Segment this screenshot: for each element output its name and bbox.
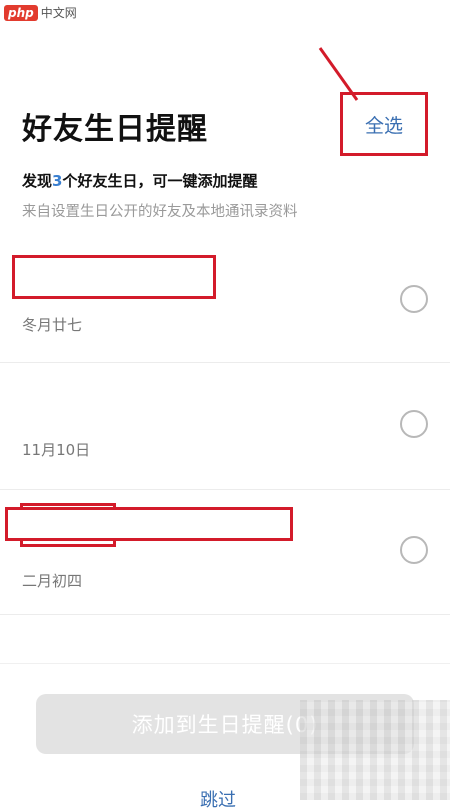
select-radio[interactable] [400,410,428,438]
skip-link[interactable]: 跳过 [200,786,236,812]
select-all-label: 全选 [364,114,403,137]
summary-suffix: 个好友生日，可一键添加提醒 [62,172,258,190]
select-all-button[interactable]: 全选 [340,92,428,156]
summary-prefix: 发现 [22,172,53,190]
redacted-name [12,255,216,299]
source-note: 来自设置生日公开的好友及本地通讯录资料 [22,204,298,220]
footer-divider [0,663,450,664]
page-title: 好友生日提醒 [22,112,208,147]
page-header: 好友生日提醒 全选 [22,92,428,156]
friend-list: 冬月廿七 11月10日 二月初四 [0,238,450,615]
site-watermark: php 中文网 [4,4,77,21]
redacted-name [5,507,293,541]
friend-count: 3 [52,172,63,190]
birthday-date: 冬月廿七 [22,316,83,334]
select-radio[interactable] [400,536,428,564]
birthday-date: 二月初四 [22,572,83,590]
watermark-logo: php [4,4,38,21]
select-radio[interactable] [400,285,428,313]
watermark-mosaic [300,700,450,800]
watermark-text: 中文网 [40,6,77,20]
summary-text: 发现3个好友生日，可一键添加提醒 [22,170,257,191]
friend-row[interactable]: 11月10日 [0,363,450,547]
friend-row[interactable]: 冬月廿七 [0,238,450,363]
birthday-date: 11月10日 [22,441,91,459]
